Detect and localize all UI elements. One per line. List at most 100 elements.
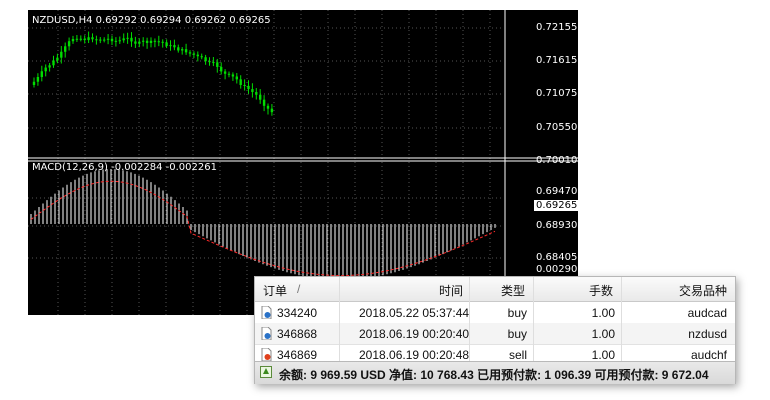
table-row[interactable]: 334240 2018.05.22 05:37:44 buy 1.00 audc… [255, 302, 735, 324]
candle-body [32, 81, 36, 85]
candle-body [138, 41, 141, 44]
macd-label-2: 0.68930 [536, 220, 578, 231]
sort-marker[interactable]: / [297, 282, 300, 296]
candle-body [75, 38, 79, 40]
candle-body [212, 62, 215, 64]
candle-body [243, 84, 246, 86]
candle-body [103, 39, 106, 41]
candle-body [216, 62, 219, 67]
candle-body [87, 37, 90, 41]
candle-body [83, 38, 86, 41]
column-divider [533, 277, 534, 361]
trade-terminal: 订单 / 时间 类型 手数 交易品种 334240 2018.05.22 05:… [254, 276, 736, 384]
candle-body [184, 49, 188, 53]
candle-body [106, 38, 110, 40]
candle-body [239, 79, 242, 85]
candle-body [118, 40, 121, 42]
col-symbol[interactable]: 交易品种 [679, 282, 727, 299]
candle-body [196, 54, 199, 57]
order-type: buy [507, 327, 527, 341]
order-volume: 1.00 [591, 327, 615, 341]
candle-body [177, 47, 180, 51]
order-time: 2018.06.19 00:20:48 [359, 348, 470, 362]
candle-body [192, 53, 196, 55]
price-label-1: 0.72155 [536, 22, 578, 33]
candle-body [52, 60, 55, 66]
candle-body [40, 71, 43, 78]
candle-body [130, 37, 133, 42]
candle-body [44, 67, 47, 72]
buy-order-icon [261, 306, 272, 319]
price-label-5: 0.70010 [536, 155, 578, 166]
candle-body [95, 39, 98, 41]
candle-body [153, 40, 157, 42]
candle-body [231, 74, 235, 77]
candle-body [149, 40, 153, 43]
candle-body [64, 46, 67, 52]
order-type: sell [508, 348, 527, 362]
candle-body [161, 41, 164, 43]
order-symbol: audcad [687, 306, 727, 320]
col-order[interactable]: 订单 [263, 282, 287, 299]
order-id: 334240 [277, 306, 318, 320]
macd-label-1: 0.69470 [536, 186, 578, 197]
macd-label-3: 0.68405 [536, 252, 578, 263]
candle-body [110, 38, 114, 42]
order-symbol: nzdusd [688, 327, 727, 341]
candle-body [270, 108, 274, 113]
column-divider [621, 277, 622, 361]
candle-body [169, 45, 172, 47]
order-symbol: audchf [690, 348, 727, 362]
candle-body [114, 40, 118, 42]
candle-body [227, 73, 231, 75]
candle-body [71, 39, 75, 42]
candle-body [157, 41, 160, 43]
current-price-marker: 0.69265 [534, 200, 580, 211]
candle-body [259, 94, 262, 100]
col-time[interactable]: 时间 [439, 282, 463, 299]
candle-body [99, 39, 102, 41]
candle-body [122, 38, 125, 41]
candle-body [208, 61, 211, 63]
candle-body [145, 40, 149, 43]
price-label-4: 0.70550 [536, 122, 578, 133]
candle-body [251, 89, 254, 93]
candle-body [247, 85, 250, 90]
price-label-2: 0.71615 [536, 55, 578, 66]
candle-body [262, 99, 266, 106]
table-row[interactable]: 346868 2018.06.19 00:20:40 buy 1.00 nzdu… [255, 323, 735, 345]
symbol-info: NZDUSD,H4 0.69292 0.69294 0.69262 0.6926… [32, 15, 271, 26]
candle-body [223, 71, 227, 74]
col-type[interactable]: 类型 [501, 282, 527, 299]
col-volume[interactable]: 手数 [589, 282, 615, 299]
price-label-3: 0.71075 [536, 88, 578, 99]
column-divider [469, 277, 470, 361]
candle-body [173, 45, 176, 48]
candle-body [36, 77, 40, 82]
order-time: 2018.06.19 00:20:40 [359, 327, 470, 341]
summary-text: 余额: 9 969.59 USD 净值: 10 768.43 已用预付款: 1 … [279, 368, 709, 382]
candle-body [134, 41, 137, 44]
column-divider [339, 277, 340, 361]
order-id: 346869 [277, 348, 318, 362]
macd-label-4: 0.002909 [536, 264, 584, 275]
order-id: 346868 [277, 327, 318, 341]
balance-up-icon [260, 366, 272, 378]
candle-body [255, 92, 258, 95]
account-summary: 余额: 9 969.59 USD 净值: 10 768.43 已用预付款: 1 … [255, 361, 735, 384]
candle-body [188, 52, 192, 54]
candle-body [220, 66, 223, 72]
candle-body [235, 76, 238, 80]
buy-order-icon [261, 327, 272, 340]
order-type: buy [507, 306, 527, 320]
candle-body [126, 37, 129, 39]
candle-body [67, 41, 71, 47]
candle-body [200, 56, 203, 58]
candle-body [204, 57, 207, 62]
candle-body [60, 51, 63, 58]
candle-body [48, 65, 51, 68]
candle-body [266, 105, 270, 109]
table-header: 订单 / 时间 类型 手数 交易品种 [255, 277, 735, 302]
candle-body [91, 37, 94, 40]
price-chart[interactable]: NZDUSD,H4 0.69292 0.69294 0.69262 0.6926… [28, 10, 584, 315]
